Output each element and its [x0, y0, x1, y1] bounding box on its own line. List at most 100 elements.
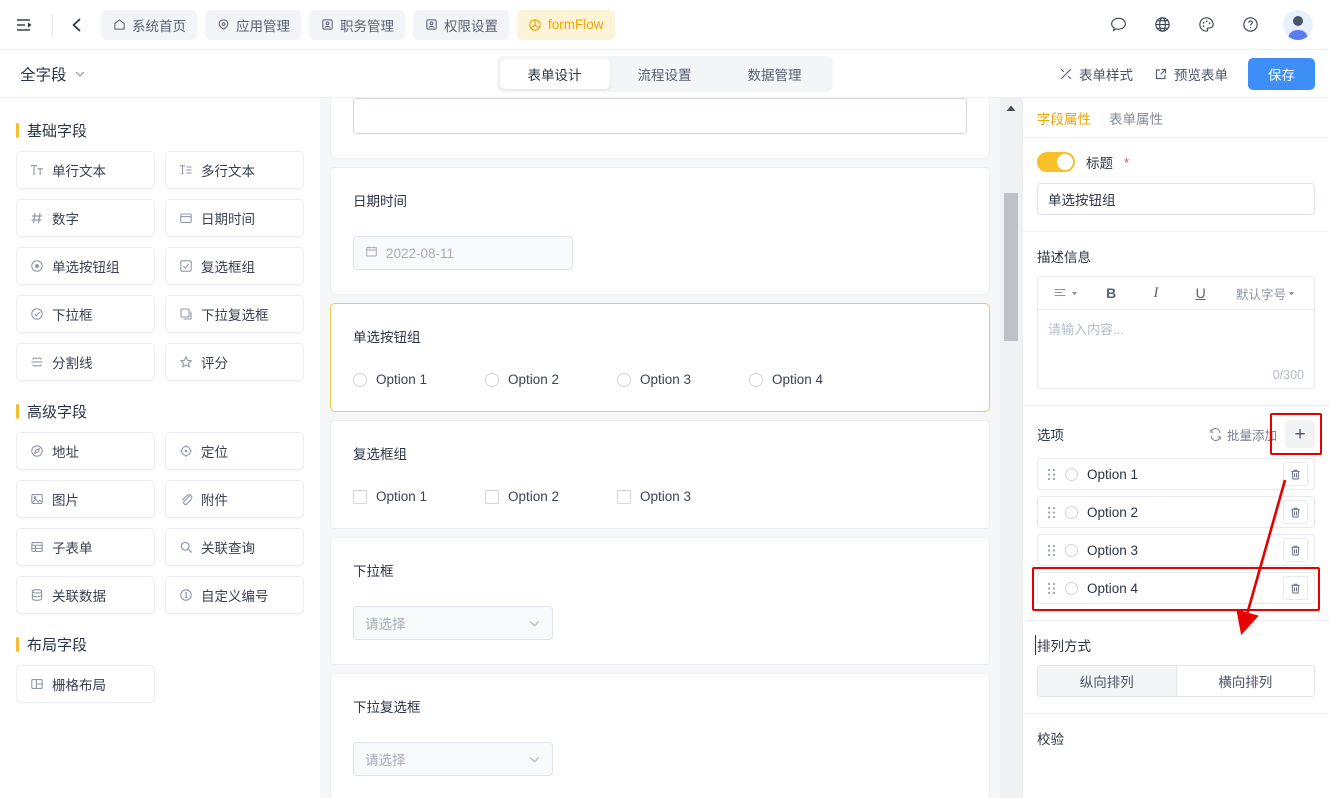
title-input[interactable] — [1037, 183, 1315, 215]
palette-field-checkbox-group[interactable]: 复选框组 — [165, 247, 304, 285]
delete-option-button[interactable] — [1283, 576, 1308, 600]
nav-tab-permissions[interactable]: 权限设置 — [413, 9, 509, 40]
radio-circle-icon[interactable] — [353, 372, 367, 387]
layout-horizontal-button[interactable]: 横向排列 — [1175, 666, 1314, 696]
palette-field-location[interactable]: 定位 — [165, 432, 304, 470]
nav-tab-apps[interactable]: 应用管理 — [205, 9, 301, 40]
tab-field-properties[interactable]: 字段属性 — [1037, 108, 1091, 128]
drag-handle-icon[interactable] — [1047, 468, 1056, 481]
description-editor[interactable]: B I U 默认字号 请输入内容... 0/300 — [1037, 276, 1315, 389]
tab-flow-settings[interactable]: 流程设置 — [610, 59, 720, 89]
nav-tab-home[interactable]: 系统首页 — [101, 9, 197, 40]
radio-option[interactable]: Option 1 — [353, 372, 485, 387]
delete-option-button[interactable] — [1283, 538, 1308, 562]
palette-icon[interactable] — [1195, 14, 1217, 36]
checkbox-square-icon[interactable] — [353, 489, 367, 504]
palette-field-multi-line-text[interactable]: 多行文本 — [165, 151, 304, 189]
option-label[interactable]: Option 3 — [1087, 543, 1274, 558]
canvas-card-textarea[interactable] — [330, 98, 990, 159]
palette-field-select[interactable]: 下拉框 — [16, 295, 155, 333]
add-option-button[interactable]: + — [1285, 420, 1315, 448]
globe-icon[interactable] — [1151, 14, 1173, 36]
option-row[interactable]: Option 3 — [1037, 534, 1315, 566]
radio-option[interactable]: Option 2 — [485, 372, 617, 387]
italic-button[interactable]: I — [1134, 285, 1179, 302]
underline-button[interactable]: U — [1178, 285, 1223, 301]
palette-field-number[interactable]: 数字 — [16, 199, 155, 237]
canvas-card-checkbox-group[interactable]: 复选框组 Option 1 Option 2 Option 3 — [330, 420, 990, 529]
palette-field-single-line-text[interactable]: 单行文本 — [16, 151, 155, 189]
title-visibility-toggle[interactable] — [1037, 152, 1075, 172]
palette-field-multiselect[interactable]: 下拉复选框 — [165, 295, 304, 333]
nav-tab-formflow[interactable]: formFlow — [517, 9, 615, 40]
align-icon[interactable] — [1044, 287, 1089, 299]
preview-form-button[interactable]: 预览表单 — [1153, 64, 1228, 84]
checkbox-square-icon[interactable] — [617, 489, 631, 504]
font-size-select[interactable]: 默认字号 — [1223, 284, 1308, 303]
help-icon[interactable] — [1239, 14, 1261, 36]
canvas-card-radio-group[interactable]: 单选按钮组 Option 1 Option 2 Option 3 Option … — [330, 303, 990, 412]
avatar[interactable] — [1283, 9, 1313, 40]
palette-field-image[interactable]: 图片 — [16, 480, 155, 518]
palette-field-datetime[interactable]: 日期时间 — [165, 199, 304, 237]
date-input[interactable]: 2022-08-11 — [353, 236, 573, 270]
radio-circle-icon[interactable] — [485, 372, 499, 387]
palette-field-radio-group[interactable]: 单选按钮组 — [16, 247, 155, 285]
checkbox-option[interactable]: Option 3 — [617, 489, 749, 504]
sidebar-collapse-icon[interactable] — [14, 14, 36, 36]
checkbox-square-icon[interactable] — [485, 489, 499, 504]
delete-option-button[interactable] — [1283, 500, 1308, 524]
scroll-up-arrow-icon[interactable] — [1005, 100, 1017, 118]
checkbox-option[interactable]: Option 2 — [485, 489, 617, 504]
form-style-button[interactable]: 表单样式 — [1058, 64, 1133, 84]
option-row[interactable]: Option 4 — [1037, 572, 1315, 604]
message-icon[interactable] — [1107, 14, 1129, 36]
multiselect-input[interactable]: 请选择 — [353, 742, 553, 776]
save-button[interactable]: 保存 — [1248, 57, 1315, 90]
nav-tab-positions[interactable]: 职务管理 — [309, 9, 405, 40]
palette-field-custom-number[interactable]: 自定义编号 — [165, 576, 304, 614]
palette-field-linked-query[interactable]: 关联查询 — [165, 528, 304, 566]
canvas-card-datetime[interactable]: 日期时间 2022-08-11 — [330, 167, 990, 295]
option-label[interactable]: Option 2 — [1087, 505, 1274, 520]
palette-field-linked-data[interactable]: 关联数据 — [16, 576, 155, 614]
batch-add-button[interactable]: 批量添加 — [1209, 425, 1277, 444]
canvas-card-select[interactable]: 下拉框 请选择 — [330, 537, 990, 665]
form-canvas[interactable]: 日期时间 2022-08-11 单选按钮组 Option 1 Option 2 … — [320, 98, 1000, 798]
palette-field-rating[interactable]: 评分 — [165, 343, 304, 381]
option-label[interactable]: Option 1 — [1087, 467, 1274, 482]
option-label[interactable]: Option 4 — [1087, 581, 1274, 596]
canvas-card-multiselect[interactable]: 下拉复选框 请选择 — [330, 673, 990, 798]
palette-field-address[interactable]: 地址 — [16, 432, 155, 470]
description-textarea[interactable]: 请输入内容... 0/300 — [1038, 310, 1314, 388]
radio-option[interactable]: Option 3 — [617, 372, 749, 387]
radio-option[interactable]: Option 4 — [749, 372, 881, 387]
form-name-selector[interactable]: 全字段 — [20, 63, 86, 85]
palette-field-attachment[interactable]: 附件 — [165, 480, 304, 518]
canvas-scrollbar[interactable] — [1000, 98, 1022, 798]
description-placeholder: 请输入内容... — [1048, 322, 1124, 337]
radio-circle-icon[interactable] — [617, 372, 631, 387]
scrollbar-thumb[interactable] — [1004, 193, 1018, 341]
select-input[interactable]: 请选择 — [353, 606, 553, 640]
chevron-left-icon[interactable] — [67, 15, 87, 35]
multiline-text-input[interactable] — [353, 98, 967, 134]
palette-field-subform[interactable]: 子表单 — [16, 528, 155, 566]
layout-vertical-button[interactable]: 纵向排列 — [1038, 666, 1176, 696]
drag-handle-icon[interactable] — [1047, 582, 1056, 595]
external-link-icon — [1153, 66, 1168, 81]
tab-form-design[interactable]: 表单设计 — [499, 58, 610, 89]
tab-data-management[interactable]: 数据管理 — [720, 59, 830, 89]
delete-option-button[interactable] — [1283, 462, 1308, 486]
palette-field-grid-layout[interactable]: 栅格布局 — [16, 665, 155, 703]
drag-handle-icon[interactable] — [1047, 544, 1056, 557]
checkbox-option[interactable]: Option 1 — [353, 489, 485, 504]
tab-form-properties[interactable]: 表单属性 — [1109, 108, 1163, 128]
option-row[interactable]: Option 1 — [1037, 458, 1315, 490]
palette-field-divider[interactable]: 分割线 — [16, 343, 155, 381]
drag-handle-icon[interactable] — [1047, 506, 1056, 519]
tab-label: 流程设置 — [637, 67, 692, 83]
radio-circle-icon[interactable] — [749, 372, 763, 387]
option-row[interactable]: Option 2 — [1037, 496, 1315, 528]
bold-button[interactable]: B — [1089, 285, 1134, 301]
